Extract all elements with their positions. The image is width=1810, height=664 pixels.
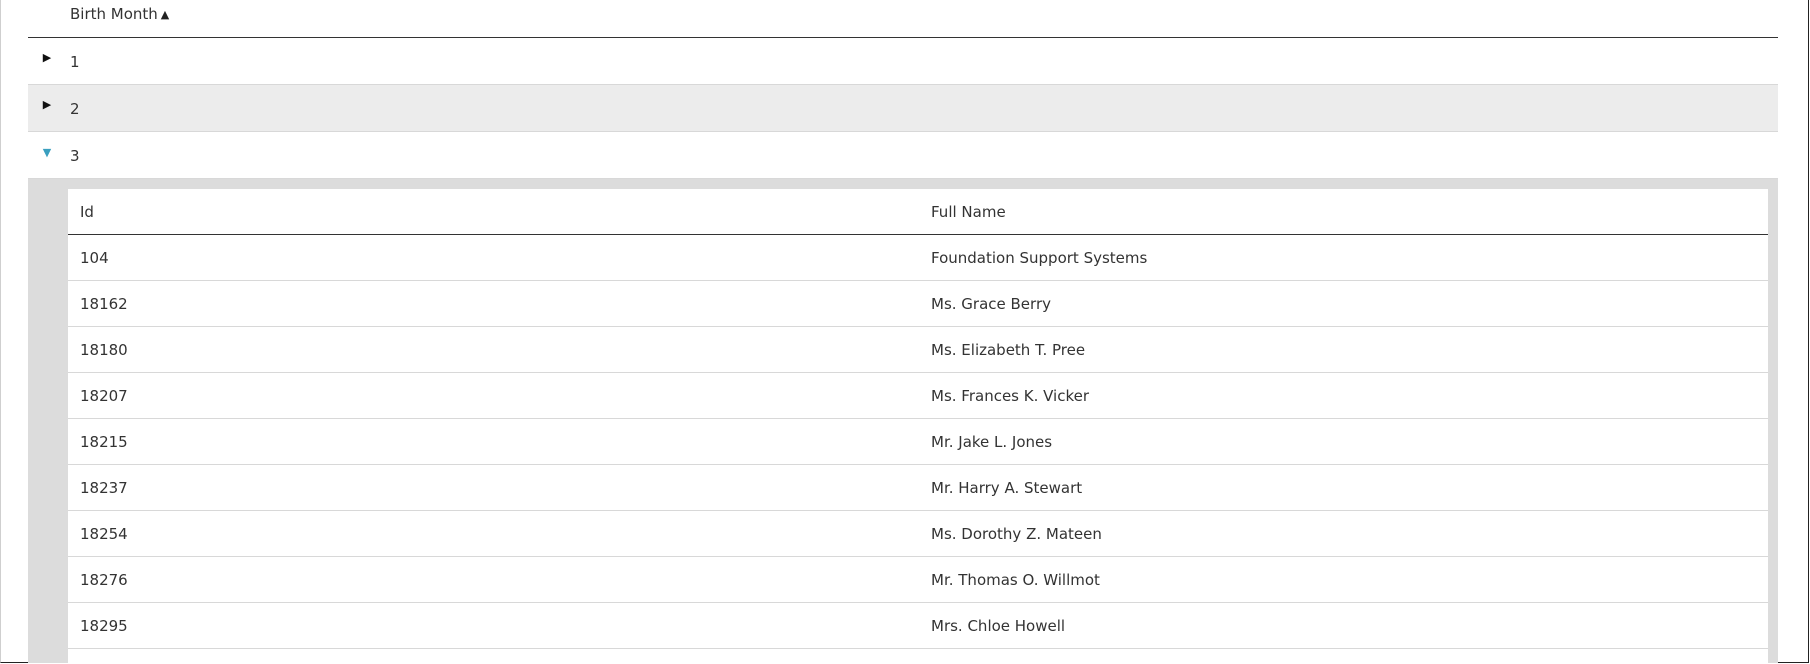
full-name-cell: Mrs. Chloe Howell xyxy=(931,617,1066,635)
table-row[interactable]: 18254 Ms. Dorothy Z. Mateen xyxy=(68,511,1768,557)
id-cell: 18207 xyxy=(80,387,128,405)
birth-month-header-label: Birth Month xyxy=(70,5,158,23)
table-row[interactable]: 18295 Mrs. Chloe Howell xyxy=(68,603,1768,649)
id-cell: 18215 xyxy=(80,433,128,451)
table-row[interactable]: 18215 Mr. Jake L. Jones xyxy=(68,419,1768,465)
sort-ascending-icon: ▲ xyxy=(160,7,170,21)
full-name-cell: Mr. Harry A. Stewart xyxy=(931,479,1083,497)
detail-table-header: Id Full Name xyxy=(68,189,1768,235)
group-label: 2 xyxy=(70,100,80,118)
table-row[interactable]: 18180 Ms. Elizabeth T. Pree xyxy=(68,327,1768,373)
detail-table: Id Full Name 104 Foundation Support Syst… xyxy=(68,189,1768,663)
group-row-3[interactable]: ▼ 3 xyxy=(28,132,1778,179)
full-name-cell: Foundation Support Systems xyxy=(931,249,1148,267)
full-name-cell: Mr. Thomas O. Willmot xyxy=(931,571,1100,589)
full-name-cell: Ms. Grace Berry xyxy=(931,295,1051,313)
id-cell: 18276 xyxy=(80,571,128,589)
table-row[interactable]: 18237 Mr. Harry A. Stewart xyxy=(68,465,1768,511)
id-cell: 18295 xyxy=(80,617,128,635)
collapse-arrow-icon[interactable]: ▼ xyxy=(40,146,54,159)
group-row-2[interactable]: ▶ 2 xyxy=(28,85,1778,132)
full-name-cell: Ms. Dorothy Z. Mateen xyxy=(931,525,1102,543)
expand-arrow-icon[interactable]: ▶ xyxy=(40,98,54,111)
id-cell: 18162 xyxy=(80,295,128,313)
birth-month-column-header[interactable]: Birth Month ▲ xyxy=(70,5,169,23)
full-name-column-header[interactable]: Full Name xyxy=(931,203,1006,221)
table-row[interactable]: 104 Foundation Support Systems xyxy=(68,235,1768,281)
group-detail-container: Id Full Name 104 Foundation Support Syst… xyxy=(28,179,1778,663)
id-cell: 104 xyxy=(80,249,109,267)
id-cell: 18237 xyxy=(80,479,128,497)
group-label: 3 xyxy=(70,147,80,165)
full-name-cell: Ms. Elizabeth T. Pree xyxy=(931,341,1086,359)
grouped-grid: Birth Month ▲ ▶ 1 ▶ 2 ▼ 3 Id Full Name 1… xyxy=(28,0,1778,663)
expand-arrow-icon[interactable]: ▶ xyxy=(40,51,54,64)
table-row[interactable]: 18276 Mr. Thomas O. Willmot xyxy=(68,557,1768,603)
id-column-header[interactable]: Id xyxy=(80,203,94,221)
group-row-1[interactable]: ▶ 1 xyxy=(28,38,1778,85)
full-name-cell: Mr. Jake L. Jones xyxy=(931,433,1053,451)
table-row[interactable]: 18207 Ms. Frances K. Vicker xyxy=(68,373,1768,419)
id-cell: 18180 xyxy=(80,341,128,359)
id-cell: 18254 xyxy=(80,525,128,543)
group-label: 1 xyxy=(70,53,80,71)
table-row[interactable]: 18162 Ms. Grace Berry xyxy=(68,281,1768,327)
full-name-cell: Ms. Frances K. Vicker xyxy=(931,387,1090,405)
grid-header: Birth Month ▲ xyxy=(28,0,1778,38)
